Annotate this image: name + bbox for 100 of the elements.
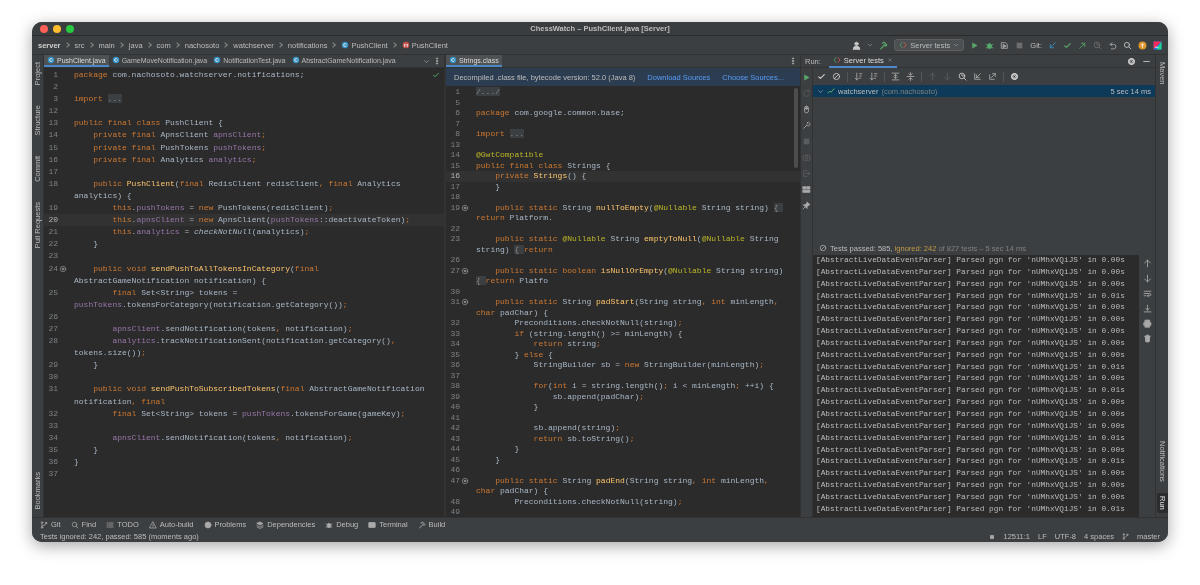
zoom-button[interactable] [66, 25, 74, 33]
code-line: } [494, 181, 500, 192]
rollback-icon[interactable] [1108, 40, 1117, 50]
settings-icon[interactable] [1127, 56, 1136, 66]
commit-icon[interactable] [1063, 40, 1072, 50]
line-number: 36 [47, 456, 58, 468]
up-arrow-icon[interactable] [1142, 259, 1152, 268]
line-number: 30 [449, 286, 460, 297]
wrench-icon[interactable] [802, 121, 811, 130]
code-line: public static String padEnd(String string, int minLength, char padChar) { [476, 475, 770, 497]
gutter-marker-icon[interactable] [460, 476, 469, 485]
line-number: 17 [449, 181, 460, 192]
line-number: 43 [449, 433, 460, 444]
chevron-icon[interactable] [817, 87, 824, 95]
show-passed-icon[interactable] [817, 72, 826, 81]
code-line: private final Analytics analytics; [92, 153, 257, 166]
show-ignored-icon[interactable] [832, 72, 841, 81]
code-line: this.apnsClient = new ApnsClient(pushTokens::deactivateToken); [111, 214, 411, 227]
sort-alphabetically-icon[interactable] [854, 72, 863, 81]
close-icon[interactable] [886, 57, 893, 63]
gutter-marker-icon[interactable] [460, 266, 469, 275]
expand-all-icon[interactable] [891, 72, 900, 81]
coverage-icon[interactable] [1000, 40, 1010, 50]
gutter-marker-icon[interactable] [460, 203, 469, 212]
search-icon[interactable] [1123, 40, 1132, 50]
line-number: 30 [47, 371, 58, 384]
update-icon[interactable] [1138, 40, 1147, 50]
line-number: 19 [449, 202, 460, 213]
line-number: 42 [449, 423, 460, 434]
line-number: 13 [47, 117, 58, 130]
code-line: this.pushTokens = new PushTokens(redisClient); [111, 202, 334, 215]
update-project-icon[interactable] [1048, 40, 1057, 50]
more-icon[interactable] [789, 57, 797, 65]
scroll-to-end-icon[interactable] [1142, 304, 1152, 313]
code-line: final Set<String> tokens = pushTokens.tokensForCategory(notification.getCategory()); [74, 286, 349, 311]
line-number: 18 [449, 192, 460, 203]
scrollbar-thumb[interactable] [794, 88, 798, 168]
code-line: public void sendPushToAllTokensInCategory(final AbstractGameNotification notification) { [74, 262, 320, 287]
code-line: this.analytics = checkNotNull(analytics); [111, 226, 310, 239]
code-line: analytics.trackNotificationSent(notification.getCategory(), tokens.size()); [74, 335, 397, 360]
export-tests-icon[interactable] [988, 72, 997, 81]
code-line: public static @Nullable String emptyToNull(@Nullable String string) { return [476, 234, 780, 255]
line-number: 3 [52, 93, 58, 106]
caret-icon [953, 42, 960, 48]
tab-list-icon[interactable] [423, 57, 430, 65]
code-line: final Set<String> tokens = pushTokens.tokensForGame(gameKey); [111, 407, 406, 420]
down-arrow-icon[interactable] [1142, 274, 1152, 283]
line-number: 34 [47, 431, 58, 444]
line-number: 33 [449, 328, 460, 339]
import-tests-icon[interactable] [973, 72, 982, 81]
line-number: 20 [47, 214, 58, 227]
layout-icon[interactable] [802, 185, 811, 194]
line-number: 49 [449, 507, 460, 518]
code-line: Preconditions.checkNotNull(string); [513, 496, 683, 507]
line-number: 2 [52, 81, 58, 94]
minimize-button[interactable] [53, 25, 61, 33]
user-icon[interactable] [852, 40, 862, 50]
line-number: 21 [47, 226, 58, 239]
code-line: sb.append(string); [532, 423, 621, 434]
code-line: sb.append(padChar); [551, 391, 645, 402]
pin-icon[interactable] [802, 201, 811, 210]
close-button[interactable] [40, 25, 48, 33]
app-logo-icon[interactable] [1153, 40, 1162, 50]
toggle-icon[interactable] [802, 105, 811, 114]
build-icon[interactable] [879, 40, 889, 50]
sort-by-duration-icon[interactable] [869, 72, 878, 81]
settings-icon[interactable] [1010, 72, 1019, 81]
line-number: 48 [449, 496, 460, 507]
code-line: return string; [532, 339, 601, 350]
line-number: 17 [47, 165, 58, 178]
code-line: private final ApnsClient apnsClient; [92, 129, 267, 142]
push-icon[interactable] [1078, 40, 1087, 50]
line-number: 14 [47, 129, 58, 142]
run-icon[interactable] [970, 40, 980, 50]
soft-wrap-icon[interactable] [1142, 289, 1152, 298]
trash-icon[interactable] [1142, 334, 1152, 343]
test-history-icon[interactable] [958, 72, 967, 81]
test-suite-icon [827, 87, 835, 95]
gutter-marker-icon[interactable] [58, 264, 67, 273]
code-line: if (string.length() >= minLength) { [513, 328, 683, 339]
code-line: import ... [476, 129, 524, 140]
line-number: 23 [47, 250, 58, 263]
gutter-marker-icon[interactable] [460, 298, 469, 307]
code-line: return sb.toString(); [532, 433, 635, 444]
bug-icon [325, 520, 334, 529]
code-line: public static String nullToEmpty(@Nullable String string) { return Platform. [476, 202, 788, 224]
line-number: 40 [449, 402, 460, 413]
line-number: 33 [47, 419, 58, 432]
search-icon [70, 520, 79, 529]
caret-icon[interactable] [867, 42, 874, 48]
collapse-all-icon[interactable] [906, 72, 915, 81]
debug-icon[interactable] [985, 40, 995, 50]
code-line: apnsClient.sendNotification(tokens, notification); [111, 431, 353, 444]
line-number: 27 [47, 322, 58, 335]
line-number: 39 [449, 391, 460, 402]
line-number: 15 [449, 160, 460, 171]
rerun-icon[interactable] [802, 73, 811, 82]
more-icon[interactable] [433, 57, 441, 65]
stop-icon[interactable] [1015, 40, 1025, 50]
branch-icon [40, 520, 48, 529]
